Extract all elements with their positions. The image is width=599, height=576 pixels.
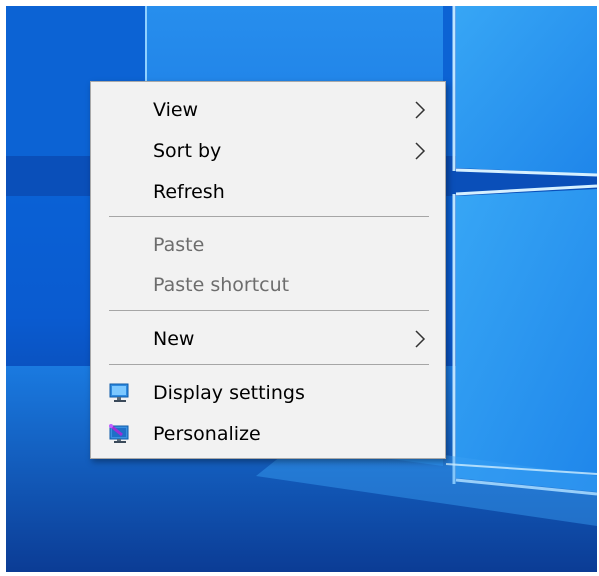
menu-item-label: Refresh — [153, 181, 225, 203]
desktop-background[interactable]: View Sort by Refresh Paste Paste shortcu… — [6, 6, 597, 572]
menu-item-sort-by[interactable]: Sort by — [91, 131, 445, 171]
menu-separator — [109, 364, 429, 365]
menu-item-view[interactable]: View — [91, 90, 445, 130]
display-icon — [109, 383, 129, 402]
menu-separator — [109, 310, 429, 311]
chevron-right-icon — [415, 330, 426, 348]
menu-separator — [109, 216, 429, 217]
menu-item-new[interactable]: New — [91, 319, 445, 359]
menu-item-label: Paste — [153, 234, 205, 256]
personalize-icon — [109, 424, 129, 443]
desktop-context-menu: View Sort by Refresh Paste Paste shortcu… — [90, 81, 446, 459]
menu-item-label: View — [153, 99, 199, 121]
menu-item-label: Paste shortcut — [153, 274, 290, 296]
menu-item-label: Personalize — [153, 423, 261, 445]
screen: View Sort by Refresh Paste Paste shortcu… — [0, 0, 599, 576]
menu-item-personalize[interactable]: Personalize — [91, 414, 445, 454]
menu-item-label: New — [153, 328, 195, 350]
menu-item-refresh[interactable]: Refresh — [91, 172, 445, 212]
menu-item-label: Sort by — [153, 140, 222, 162]
chevron-right-icon — [415, 101, 426, 119]
menu-item-display-settings[interactable]: Display settings — [91, 373, 445, 413]
menu-item-label: Display settings — [153, 382, 305, 404]
chevron-right-icon — [415, 142, 426, 160]
menu-item-paste-shortcut: Paste shortcut — [91, 265, 445, 305]
menu-item-paste: Paste — [91, 225, 445, 265]
